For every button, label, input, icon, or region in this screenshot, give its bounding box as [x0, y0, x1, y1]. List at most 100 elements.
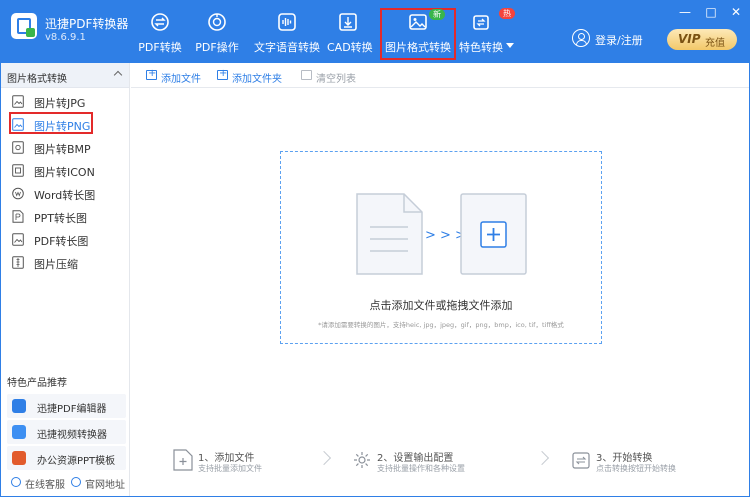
- nav-special-convert[interactable]: 特色转换: [459, 1, 503, 63]
- sidebar: 图片格式转换 图片转JPG 图片转PNG 图片转BMP 图片转ICON Word…: [1, 63, 130, 496]
- sidebar-highlight-outline: [9, 112, 93, 134]
- clear-list-label: 清空列表: [316, 74, 356, 85]
- add-file-icon: [146, 68, 157, 80]
- add-file-step-icon: [173, 449, 193, 471]
- vip-recharge-button[interactable]: VIP 充值: [667, 29, 737, 50]
- convert-step-icon: [572, 452, 590, 469]
- add-folder-button[interactable]: 添加文件夹: [217, 63, 287, 88]
- sidebar-item-label: 图片压缩: [34, 258, 78, 271]
- nav-pdf-operate[interactable]: PDF操作: [194, 1, 240, 63]
- step-title: 3、开始转换: [596, 453, 653, 464]
- vip-mark: VIP: [678, 32, 701, 46]
- file-drop-zone[interactable]: > > > 点击添加文件或拖拽文件添加 *请添加需要转换的图片，支持heic, …: [280, 151, 602, 344]
- ppt-template-icon: [12, 451, 26, 465]
- hot-badge: 热: [499, 8, 515, 19]
- vip-label: 充值: [705, 38, 725, 49]
- step-desc: 支持批量添加文件: [198, 464, 262, 473]
- nav-label: 特色转换: [459, 41, 503, 54]
- minimize-button[interactable]: —: [678, 5, 692, 19]
- image-icon-icon: [12, 164, 24, 177]
- trash-icon: [301, 70, 312, 80]
- add-folder-label: 添加文件夹: [232, 74, 282, 85]
- sidebar-item-label: 图片转ICON: [34, 166, 95, 179]
- add-file-button[interactable]: 添加文件: [146, 63, 216, 88]
- document-file-icon: [356, 193, 423, 275]
- add-plus-icon[interactable]: [460, 193, 527, 275]
- sidebar-item-pdf-long-image[interactable]: PDF转长图: [1, 228, 129, 251]
- sidebar-item-word-long-image[interactable]: Word转长图: [1, 182, 129, 205]
- drop-main-text: 点击添加文件或拖拽文件添加: [369, 299, 513, 312]
- app-version: v8.6.9.1: [45, 32, 86, 43]
- step-title: 1、添加文件: [198, 453, 255, 464]
- recommend-label: 办公资源PPT模板: [37, 456, 116, 467]
- sidebar-item-label: 图片转BMP: [34, 143, 91, 156]
- sidebar-item-label: Word转长图: [34, 189, 96, 202]
- nav-cad-convert[interactable]: CAD转换: [327, 1, 373, 63]
- nav-text-voice[interactable]: 文字语音转换: [253, 1, 321, 63]
- nav-label: PDF转换: [138, 41, 182, 54]
- sidebar-item-image-to-bmp[interactable]: 图片转BMP: [1, 136, 129, 159]
- app-logo-icon: [11, 13, 37, 39]
- sidebar-item-label: 图片转JPG: [34, 97, 86, 110]
- recommend-video-converter[interactable]: 迅捷视频转换器: [7, 420, 126, 444]
- app-title: 迅捷PDF转换器: [45, 17, 129, 31]
- chevron-down-icon[interactable]: [506, 43, 514, 48]
- pdf-long-image-icon: [12, 233, 24, 246]
- maximize-button[interactable]: □: [704, 5, 718, 19]
- user-icon: [572, 29, 590, 47]
- pdf-operate-icon: [208, 13, 226, 31]
- chevron-up-icon: [113, 70, 123, 80]
- step-add-file: 1、添加文件 支持批量添加文件: [173, 447, 293, 477]
- sidebar-item-image-compress[interactable]: 图片压缩: [1, 251, 129, 274]
- ppt-long-image-icon: [12, 210, 24, 223]
- image-compress-icon: [12, 256, 24, 269]
- sidebar-item-label: PDF转长图: [34, 235, 89, 248]
- footer-label: 官网地址: [85, 480, 125, 491]
- recommend-label: 迅捷PDF编辑器: [37, 404, 107, 415]
- step-start-convert: 3、开始转换 点击转换按钮开始转换: [571, 447, 691, 477]
- login-label: 登录/注册: [595, 34, 643, 47]
- globe-icon: [71, 477, 81, 487]
- sidebar-item-image-to-jpg[interactable]: 图片转JPG: [1, 90, 129, 113]
- word-long-image-icon: [12, 187, 24, 200]
- nav-label: PDF操作: [195, 41, 239, 54]
- sidebar-header-label: 图片格式转换: [7, 74, 67, 85]
- recommend-label: 迅捷视频转换器: [37, 430, 107, 441]
- image-bmp-icon: [12, 141, 24, 154]
- nav-label: CAD转换: [327, 41, 373, 54]
- recommend-ppt-template[interactable]: 办公资源PPT模板: [7, 446, 126, 470]
- nav-label: 文字语音转换: [254, 41, 320, 54]
- sidebar-header[interactable]: 图片格式转换: [1, 63, 129, 88]
- special-convert-icon: [473, 15, 489, 30]
- sidebar-item-ppt-long-image[interactable]: PPT转长图: [1, 205, 129, 228]
- chevron-right-icon: [534, 450, 550, 466]
- footer-label: 在线客服: [25, 480, 65, 491]
- gear-icon: [354, 452, 370, 468]
- image-jpg-icon: [12, 95, 24, 108]
- pdf-editor-icon: [12, 399, 26, 413]
- toolbar: 添加文件 添加文件夹 清空列表: [131, 63, 749, 88]
- pdf-convert-icon: [151, 13, 169, 31]
- step-output-settings: 2、设置输出配置 支持批量操作和各种设置: [352, 447, 482, 477]
- recommend-pdf-editor[interactable]: 迅捷PDF编辑器: [7, 394, 126, 418]
- clear-list-button[interactable]: 清空列表: [301, 63, 361, 88]
- chevron-right-icon: [316, 450, 332, 466]
- drop-format-hint: *请添加需要转换的图片，支持heic, jpg，jpeg，gif，png，bmp…: [318, 321, 564, 329]
- new-badge: 新: [429, 9, 445, 20]
- app-window: 迅捷PDF转换器 v8.6.9.1 PDF转换 PDF操作 文字语音转换 CAD…: [0, 0, 750, 497]
- sidebar-item-image-to-icon[interactable]: 图片转ICON: [1, 159, 129, 182]
- close-button[interactable]: ✕: [729, 5, 743, 19]
- voice-wave-icon: [278, 13, 296, 31]
- add-file-label: 添加文件: [161, 74, 201, 85]
- cad-icon: [339, 13, 357, 31]
- headset-icon: [11, 477, 21, 487]
- step-title: 2、设置输出配置: [377, 453, 454, 464]
- sidebar-item-label: PPT转长图: [34, 212, 87, 225]
- top-bar: 迅捷PDF转换器 v8.6.9.1 PDF转换 PDF操作 文字语音转换 CAD…: [1, 1, 749, 63]
- recommend-title: 特色产品推荐: [7, 378, 67, 389]
- add-folder-icon: [217, 68, 228, 80]
- step-desc: 支持批量操作和各种设置: [377, 464, 465, 473]
- nav-pdf-convert[interactable]: PDF转换: [137, 1, 183, 63]
- video-converter-icon: [12, 425, 26, 439]
- step-desc: 点击转换按钮开始转换: [596, 464, 676, 473]
